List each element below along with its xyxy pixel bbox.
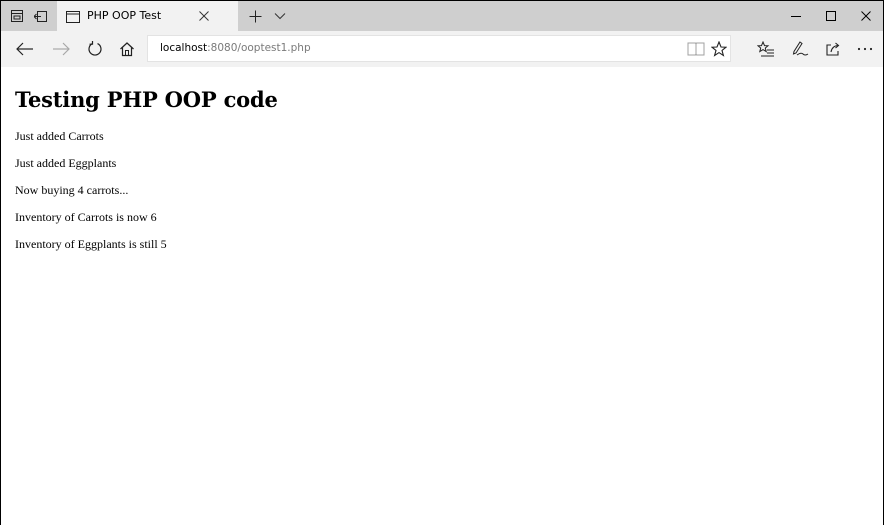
back-arrow-icon[interactable] <box>14 39 36 59</box>
tab-list-chevron-icon[interactable] <box>271 7 289 25</box>
set-tabs-aside-icon[interactable] <box>31 7 49 25</box>
share-icon[interactable] <box>822 39 844 59</box>
browser-window: PHP OOP Test localhost:8080/ooptest1.php… <box>0 0 884 525</box>
page-content: Testing PHP OOP code Just added Carrots … <box>15 67 883 525</box>
more-icon[interactable] <box>854 39 876 59</box>
web-note-pen-icon[interactable] <box>789 39 811 59</box>
tab-preview-icon[interactable] <box>8 7 26 25</box>
favorites-hub-icon[interactable] <box>755 39 777 59</box>
page-icon <box>64 8 82 26</box>
address-host: localhost <box>160 42 208 54</box>
new-tab-icon[interactable] <box>246 7 264 25</box>
address-bar[interactable]: localhost:8080/ooptest1.php <box>147 35 731 62</box>
navigation-bar: localhost:8080/ooptest1.php <box>1 31 883 67</box>
maximize-icon[interactable] <box>823 8 839 24</box>
output-line: Just added Eggplants <box>15 156 117 170</box>
output-line: Now buying 4 carrots... <box>15 183 129 197</box>
forward-arrow-icon[interactable] <box>50 39 72 59</box>
output-line: Inventory of Eggplants is still 5 <box>15 237 167 251</box>
home-icon[interactable] <box>116 39 138 59</box>
output-line: Just added Carrots <box>15 129 104 143</box>
title-bar: PHP OOP Test <box>1 1 883 31</box>
page-heading: Testing PHP OOP code <box>15 87 278 112</box>
address-path: :8080/ooptest1.php <box>207 42 311 54</box>
favorite-star-icon[interactable] <box>708 39 730 59</box>
active-tab[interactable]: PHP OOP Test <box>57 1 238 31</box>
refresh-icon[interactable] <box>84 39 106 59</box>
close-window-icon[interactable] <box>858 8 874 24</box>
tab-title: PHP OOP Test <box>87 9 162 22</box>
close-tab-icon[interactable] <box>195 7 213 25</box>
output-line: Inventory of Carrots is now 6 <box>15 210 157 224</box>
address-url[interactable]: localhost:8080/ooptest1.php <box>160 42 311 54</box>
reading-view-icon[interactable] <box>685 39 707 59</box>
minimize-icon[interactable] <box>788 8 804 24</box>
